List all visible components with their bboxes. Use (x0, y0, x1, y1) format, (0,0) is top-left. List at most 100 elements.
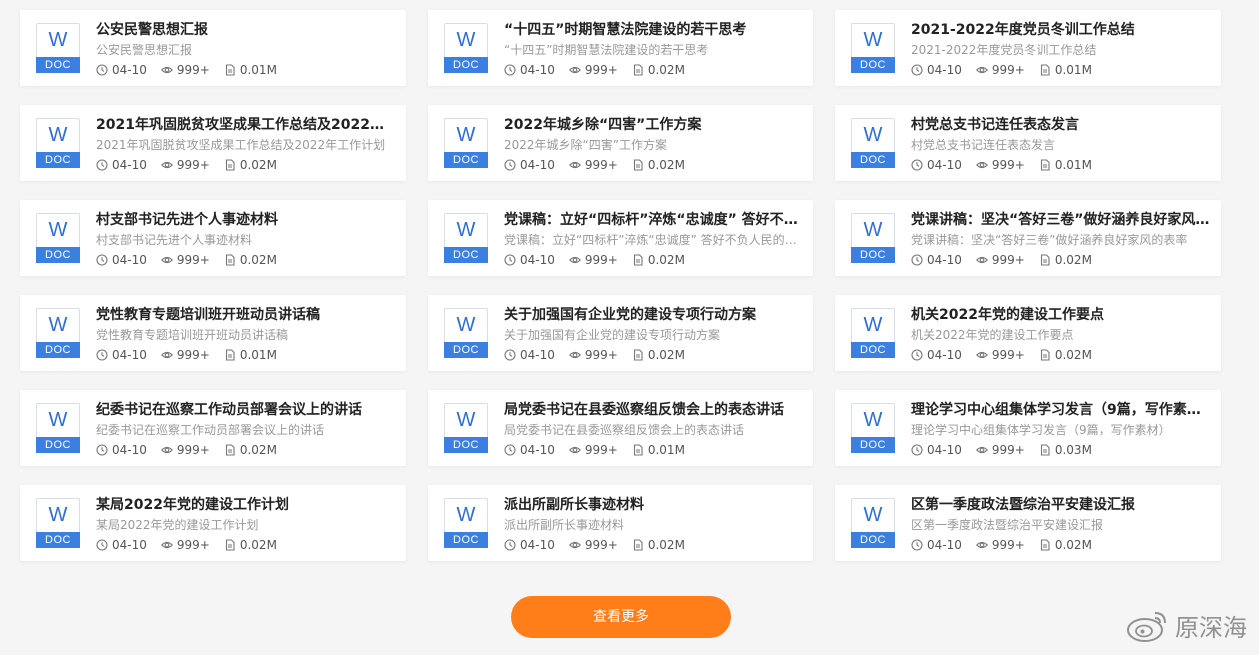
size-meta: 0.01M (224, 348, 277, 362)
date-meta: 04-10 (504, 63, 555, 77)
document-meta: 04-10 999+ 0.02M (504, 253, 803, 267)
document-title[interactable]: 理论学习中心组集体学习发言（9篇，写作素材） (911, 400, 1211, 420)
word-doc-icon: W DOC (851, 23, 897, 73)
doc-icon-letter: W (863, 409, 883, 431)
views-meta: 999+ (975, 348, 1025, 362)
doc-icon-band: DOC (444, 342, 488, 358)
document-title[interactable]: 公安民警思想汇报 (96, 20, 396, 40)
document-size: 0.02M (1054, 252, 1092, 267)
document-card[interactable]: W DOC 村支部书记先进个人事迹材料 村支部书记先进个人事迹材料 04-10 999+ 0… (20, 200, 406, 276)
doc-icon-band: DOC (36, 152, 80, 168)
file-icon (225, 158, 235, 171)
document-card[interactable]: W DOC 村党总支书记连任表态发言 村党总支书记连任表态发言 04-10 999+ 0.0… (835, 105, 1221, 181)
word-doc-icon: W DOC (36, 403, 82, 453)
size-meta: 0.01M (224, 63, 277, 77)
doc-icon-letter: W (456, 409, 476, 431)
size-meta: 0.02M (1039, 348, 1092, 362)
doc-icon-band: DOC (851, 437, 895, 453)
document-card[interactable]: W DOC 机关2022年党的建设工作要点 机关2022年党的建设工作要点 04-10 9… (835, 295, 1221, 371)
document-card[interactable]: W DOC 派出所副所长事迹材料 派出所副所长事迹材料 04-10 999+ 0.02M (428, 485, 813, 561)
clock-icon (504, 253, 516, 266)
document-title[interactable]: 某局2022年党的建设工作计划 (96, 495, 396, 515)
document-title[interactable]: 局党委书记在县委巡察组反馈会上的表态讲话 (504, 400, 803, 420)
eye-icon (160, 66, 173, 73)
document-info: “十四五”时期智慧法院建设的若干思考 “十四五”时期智慧法院建设的若干思考 04-1… (504, 20, 803, 77)
document-card[interactable]: W DOC 理论学习中心组集体学习发言（9篇，写作素材） 理论学习中心组集体学习发言（… (835, 390, 1221, 466)
document-title[interactable]: 区第一季度政法暨综治平安建设汇报 (911, 495, 1211, 515)
size-meta: 0.02M (632, 63, 685, 77)
document-title[interactable]: 村支部书记先进个人事迹材料 (96, 210, 396, 230)
clock-icon (911, 158, 923, 171)
document-views: 999+ (176, 442, 210, 457)
word-doc-icon: W DOC (444, 23, 490, 73)
doc-icon-letter: W (456, 29, 476, 51)
document-title[interactable]: 2021-2022年度党员冬训工作总结 (911, 20, 1211, 40)
document-date: 04-10 (927, 442, 962, 457)
file-icon (225, 253, 235, 266)
document-card[interactable]: W DOC 某局2022年党的建设工作计划 某局2022年党的建设工作计划 04-10 9… (20, 485, 406, 561)
document-card[interactable]: W DOC 区第一季度政法暨综治平安建设汇报 区第一季度政法暨综治平安建设汇报 04-1… (835, 485, 1221, 561)
document-title[interactable]: 2021年巩固脱贫攻坚成果工作总结及2022年工作计划 (96, 115, 396, 135)
doc-icon-letter: W (863, 219, 883, 241)
document-title[interactable]: 机关2022年党的建设工作要点 (911, 305, 1211, 325)
doc-icon-band: DOC (36, 342, 80, 358)
document-meta: 04-10 999+ 0.01M (911, 63, 1211, 77)
doc-icon-letter: W (863, 124, 883, 146)
document-title[interactable]: 纪委书记在巡察工作动员部署会议上的讲话 (96, 400, 396, 420)
document-card[interactable]: W DOC 关于加强国有企业党的建设专项行动方案 关于加强国有企业党的建设专项行动方案… (428, 295, 813, 371)
document-title[interactable]: “十四五”时期智慧法院建设的若干思考 (504, 20, 803, 40)
document-info: 公安民警思想汇报 公安民警思想汇报 04-10 999+ 0.01M (96, 20, 396, 77)
eye-icon (975, 66, 988, 73)
clock-icon (504, 158, 516, 171)
document-title[interactable]: 村党总支书记连任表态发言 (911, 115, 1211, 135)
document-title[interactable]: 党课稿：立好“四标杆”淬炼“忠诚度” 答好不负人民的时代答卷 (504, 210, 803, 230)
doc-icon-letter: W (48, 29, 68, 51)
document-date: 04-10 (520, 442, 555, 457)
document-title[interactable]: 派出所副所长事迹材料 (504, 495, 803, 515)
doc-icon-band: DOC (444, 532, 488, 548)
size-meta: 0.02M (224, 158, 277, 172)
views-meta: 999+ (975, 253, 1025, 267)
eye-icon (568, 66, 581, 73)
document-card[interactable]: W DOC “十四五”时期智慧法院建设的若干思考 “十四五”时期智慧法院建设的若干思考… (428, 10, 813, 86)
document-card[interactable]: W DOC 公安民警思想汇报 公安民警思想汇报 04-10 999+ 0.01M (20, 10, 406, 86)
document-title[interactable]: 党性教育专题培训班开班动员讲话稿 (96, 305, 396, 325)
document-title[interactable]: 党课讲稿：坚决“答好三卷”做好涵养良好家风的表率 (911, 210, 1211, 230)
size-meta: 0.02M (632, 158, 685, 172)
word-doc-icon: W DOC (36, 498, 82, 548)
word-doc-icon: W DOC (444, 498, 490, 548)
document-date: 04-10 (520, 537, 555, 552)
document-info: 党性教育专题培训班开班动员讲话稿 党性教育专题培训班开班动员讲话稿 04-10 999… (96, 305, 396, 362)
document-card[interactable]: WDOC党课稿：立好“四标杆”淬炼“忠诚度” 答好不负人民的时代答卷党课稿：立好… (428, 200, 813, 276)
doc-icon-band: DOC (851, 532, 895, 548)
views-meta: 999+ (975, 158, 1025, 172)
document-info: 党课讲稿：坚决“答好三卷”做好涵养良好家风的表率 党课讲稿：坚决“答好三卷”做好涵… (911, 210, 1211, 267)
eye-icon (160, 256, 173, 263)
eye-icon (975, 351, 988, 358)
weibo-icon (1127, 611, 1166, 642)
document-meta: 04-10 999+ 0.01M (911, 158, 1211, 172)
document-card[interactable]: W DOC 2021-2022年度党员冬训工作总结 2021-2022年度党员冬训工作… (835, 10, 1221, 86)
file-icon (1040, 63, 1050, 76)
size-meta: 0.02M (224, 253, 277, 267)
document-title[interactable]: 关于加强国有企业党的建设专项行动方案 (504, 305, 803, 325)
doc-icon-band: DOC (851, 152, 895, 168)
document-card[interactable]: W DOC 党性教育专题培训班开班动员讲话稿 党性教育专题培训班开班动员讲话稿 04-1… (20, 295, 406, 371)
document-date: 04-10 (927, 537, 962, 552)
file-icon (225, 538, 235, 551)
document-card[interactable]: W DOC 党课讲稿：坚决“答好三卷”做好涵养良好家风的表率 党课讲稿：坚决“答好三卷… (835, 200, 1221, 276)
eye-icon (975, 446, 988, 453)
view-more-button[interactable]: 查看更多 (511, 596, 731, 638)
document-info: 纪委书记在巡察工作动员部署会议上的讲话 纪委书记在巡察工作动员部署会议上的讲话 04… (96, 400, 396, 457)
document-card[interactable]: W DOC 2022年城乡除“四害”工作方案 2022年城乡除“四害”工作方案 04-1… (428, 105, 813, 181)
document-title[interactable]: 2022年城乡除“四害”工作方案 (504, 115, 803, 135)
word-doc-icon: W DOC (444, 118, 490, 168)
document-description: 纪委书记在巡察工作动员部署会议上的讲话 (96, 422, 325, 437)
document-card[interactable]: W DOC 纪委书记在巡察工作动员部署会议上的讲话 纪委书记在巡察工作动员部署会议上的… (20, 390, 406, 466)
clock-icon (911, 348, 923, 361)
date-meta: 04-10 (96, 158, 147, 172)
document-card[interactable]: W DOC 局党委书记在县委巡察组反馈会上的表态讲话 局党委书记在县委巡察组反馈会上的… (428, 390, 813, 466)
document-card[interactable]: WDOC2021年巩固脱贫攻坚成果工作总结及2022年工作计划2021年巩固脱贫… (20, 105, 406, 181)
word-doc-icon: W DOC (444, 403, 490, 453)
date-meta: 04-10 (96, 253, 147, 267)
